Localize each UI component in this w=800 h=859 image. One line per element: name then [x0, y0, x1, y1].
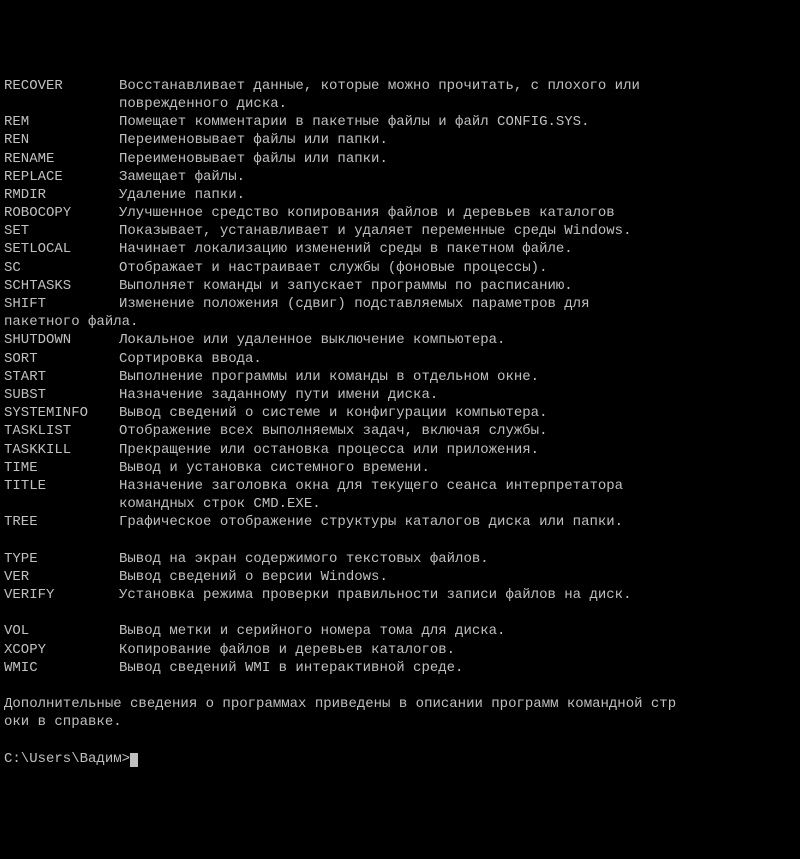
command-description: Прекращение или остановка процесса или п… — [119, 441, 779, 459]
command-description: Помещает комментарии в пакетные файлы и … — [119, 113, 779, 131]
command-name: SORT — [4, 350, 119, 368]
command-name: TREE — [4, 513, 119, 531]
command-row: SYSTEMINFOВывод сведений о системе и кон… — [4, 404, 796, 422]
command-row: RECOVERВосстанавливает данные, которые м… — [4, 77, 796, 95]
command-name: ROBOCOPY — [4, 204, 119, 222]
command-row: TASKLISTОтображение всех выполняемых зад… — [4, 422, 796, 440]
command-description: Локальное или удаленное выключение компь… — [119, 331, 779, 349]
command-description: Вывод сведений о версии Windows. — [119, 568, 779, 586]
command-description: Показывает, устанавливает и удаляет пере… — [119, 222, 779, 240]
command-name: SUBST — [4, 386, 119, 404]
command-row: SUBSTНазначение заданному пути имени дис… — [4, 386, 796, 404]
command-description: Восстанавливает данные, которые можно пр… — [119, 77, 779, 95]
command-row: ROBOCOPYУлучшенное средство копирования … — [4, 204, 796, 222]
footer-line: оки в справке. — [4, 713, 796, 731]
command-description: Сортировка ввода. — [119, 350, 779, 368]
prompt-text: C:\Users\Вадим> — [4, 751, 130, 767]
command-description: Вывод на экран содержимого текстовых фай… — [119, 550, 779, 568]
blank-line — [4, 604, 796, 622]
command-row: SCHTASKSВыполняет команды и запускает пр… — [4, 277, 796, 295]
command-name: WMIC — [4, 659, 119, 677]
command-description: Отображение всех выполняемых задач, вклю… — [119, 422, 779, 440]
blank-line — [4, 677, 796, 695]
command-name: SC — [4, 259, 119, 277]
command-name: TYPE — [4, 550, 119, 568]
command-row: RMDIRУдаление папки. — [4, 186, 796, 204]
command-row: TITLEНазначение заголовка окна для текущ… — [4, 477, 796, 495]
command-name: SHIFT — [4, 295, 119, 313]
command-row: TASKKILLПрекращение или остановка процес… — [4, 441, 796, 459]
command-row: XCOPYКопирование файлов и деревьев катал… — [4, 641, 796, 659]
command-name: VERIFY — [4, 586, 119, 604]
command-name: START — [4, 368, 119, 386]
blank-line — [4, 531, 796, 549]
command-description: Удаление папки. — [119, 186, 779, 204]
command-row: SHUTDOWNЛокальное или удаленное выключен… — [4, 331, 796, 349]
command-description-cont: командных строк CMD.EXE. — [119, 495, 779, 513]
command-description: Изменение положения (сдвиг) подставляемы… — [119, 295, 779, 313]
command-description: Переименовывает файлы или папки. — [119, 131, 779, 149]
command-description: Вывод и установка системного времени. — [119, 459, 779, 477]
command-row-cont: командных строк CMD.EXE. — [4, 495, 796, 513]
command-name: REN — [4, 131, 119, 149]
command-name: RMDIR — [4, 186, 119, 204]
command-row: RENAMEПереименовывает файлы или папки. — [4, 150, 796, 168]
command-name: VER — [4, 568, 119, 586]
command-row: TIMEВывод и установка системного времени… — [4, 459, 796, 477]
command-description: Вывод сведений WMI в интерактивной среде… — [119, 659, 779, 677]
command-name: REM — [4, 113, 119, 131]
command-description: Вывод сведений о системе и конфигурации … — [119, 404, 779, 422]
command-row: REPLACEЗамещает файлы. — [4, 168, 796, 186]
command-row: VERВывод сведений о версии Windows. — [4, 568, 796, 586]
command-description: Установка режима проверки правильности з… — [119, 586, 779, 604]
command-name: SHUTDOWN — [4, 331, 119, 349]
shift-wrap-line: пакетного файла. — [4, 313, 796, 331]
command-description: Начинает локализацию изменений среды в п… — [119, 240, 779, 258]
command-row: SORTСортировка ввода. — [4, 350, 796, 368]
command-description: Назначение заданному пути имени диска. — [119, 386, 779, 404]
command-description: Улучшенное средство копирования файлов и… — [119, 204, 779, 222]
command-name: SYSTEMINFO — [4, 404, 119, 422]
footer-line: Дополнительные сведения о программах при… — [4, 695, 796, 713]
command-row: STARTВыполнение программы или команды в … — [4, 368, 796, 386]
blank-line — [4, 732, 796, 750]
command-name: REPLACE — [4, 168, 119, 186]
command-name: RECOVER — [4, 77, 119, 95]
terminal-output: RECOVERВосстанавливает данные, которые м… — [4, 77, 796, 768]
command-name: RENAME — [4, 150, 119, 168]
command-name: TASKKILL — [4, 441, 119, 459]
command-row-cont: поврежденного диска. — [4, 95, 796, 113]
command-row: VOLВывод метки и серийного номера тома д… — [4, 622, 796, 640]
command-name: TASKLIST — [4, 422, 119, 440]
command-row: SCОтображает и настраивает службы (фонов… — [4, 259, 796, 277]
command-row: SETLOCALНачинает локализацию изменений с… — [4, 240, 796, 258]
command-name: TITLE — [4, 477, 119, 495]
command-description: Замещает файлы. — [119, 168, 779, 186]
command-description: Выполнение программы или команды в отдел… — [119, 368, 779, 386]
command-name: SETLOCAL — [4, 240, 119, 258]
command-row: SETПоказывает, устанавливает и удаляет п… — [4, 222, 796, 240]
command-name: SET — [4, 222, 119, 240]
command-row: TREEГрафическое отображение структуры ка… — [4, 513, 796, 531]
command-row: SHIFTИзменение положения (сдвиг) подстав… — [4, 295, 796, 313]
command-name: XCOPY — [4, 641, 119, 659]
command-row: WMICВывод сведений WMI в интерактивной с… — [4, 659, 796, 677]
command-description: Переименовывает файлы или папки. — [119, 150, 779, 168]
command-row: TYPEВывод на экран содержимого текстовых… — [4, 550, 796, 568]
command-name: TIME — [4, 459, 119, 477]
command-row: VERIFYУстановка режима проверки правильн… — [4, 586, 796, 604]
command-name: SCHTASKS — [4, 277, 119, 295]
prompt-line[interactable]: C:\Users\Вадим> — [4, 750, 796, 768]
command-description: Выполняет команды и запускает программы … — [119, 277, 779, 295]
command-description: Отображает и настраивает службы (фоновые… — [119, 259, 779, 277]
command-description-cont: поврежденного диска. — [119, 95, 779, 113]
command-description: Графическое отображение структуры катало… — [119, 513, 779, 531]
command-row: REMПомещает комментарии в пакетные файлы… — [4, 113, 796, 131]
command-description: Вывод метки и серийного номера тома для … — [119, 622, 779, 640]
command-description: Назначение заголовка окна для текущего с… — [119, 477, 779, 495]
command-row: RENПереименовывает файлы или папки. — [4, 131, 796, 149]
command-name: VOL — [4, 622, 119, 640]
command-description: Копирование файлов и деревьев каталогов. — [119, 641, 779, 659]
cursor — [130, 753, 138, 767]
